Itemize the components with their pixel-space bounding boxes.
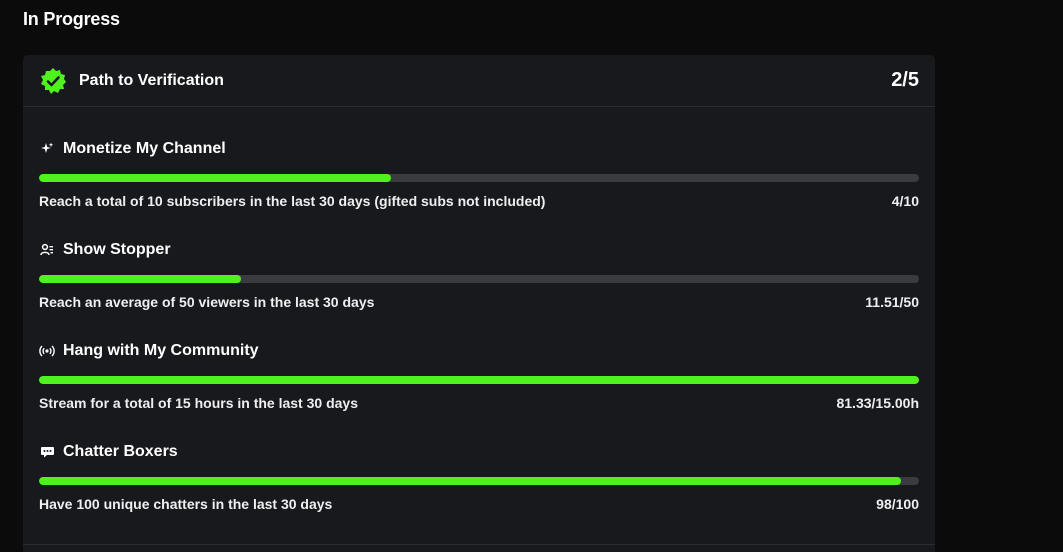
- goal-title: Show Stopper: [63, 241, 171, 258]
- progress-fill: [39, 477, 902, 485]
- goal-progress-text: 98/100: [876, 496, 919, 512]
- progress-bar: [39, 477, 919, 485]
- goal-title: Chatter Boxers: [63, 443, 178, 460]
- goal-title: Hang with My Community: [63, 342, 259, 359]
- divider: [23, 544, 935, 545]
- progress-fill: [39, 275, 242, 283]
- viewers-icon: [39, 242, 55, 258]
- verification-card: Path to Verification 2/5 Monetize My Cha…: [23, 55, 935, 552]
- goal-item: Show Stopper Reach an average of 50 view…: [39, 238, 919, 310]
- goal-description: Have 100 unique chatters in the last 30 …: [39, 496, 333, 512]
- progress-bar: [39, 275, 919, 283]
- goal-description: Reach an average of 50 viewers in the la…: [39, 294, 375, 310]
- goal-item: Hang with My Community Stream for a tota…: [39, 339, 919, 411]
- progress-fill: [39, 376, 919, 384]
- chat-bubble-icon: [39, 444, 55, 460]
- verified-badge-icon: [39, 67, 67, 95]
- goal-progress-text: 11.51/50: [865, 294, 919, 310]
- progress-fill: [39, 174, 391, 182]
- goal-item: Monetize My Channel Reach a total of 10 …: [39, 137, 919, 209]
- card-header: Path to Verification 2/5: [23, 55, 935, 107]
- sparkle-icon: [39, 141, 55, 157]
- goal-progress-text: 4/10: [891, 193, 919, 209]
- goal-description: Stream for a total of 15 hours in the la…: [39, 395, 358, 411]
- broadcast-icon: [39, 343, 55, 359]
- goal-description: Reach a total of 10 subscribers in the l…: [39, 193, 546, 209]
- section-title: In Progress: [23, 9, 120, 29]
- page: In Progress Path to Verification 2/5 Mon…: [0, 0, 1063, 552]
- goal-progress-text: 81.33/15.00h: [836, 395, 919, 411]
- progress-bar: [39, 376, 919, 384]
- goal-title: Monetize My Channel: [63, 140, 226, 157]
- goal-item: Chatter Boxers Have 100 unique chatters …: [39, 440, 919, 512]
- card-progress-count: 2/5: [891, 69, 919, 91]
- progress-bar: [39, 174, 919, 182]
- card-title: Path to Verification: [79, 71, 224, 89]
